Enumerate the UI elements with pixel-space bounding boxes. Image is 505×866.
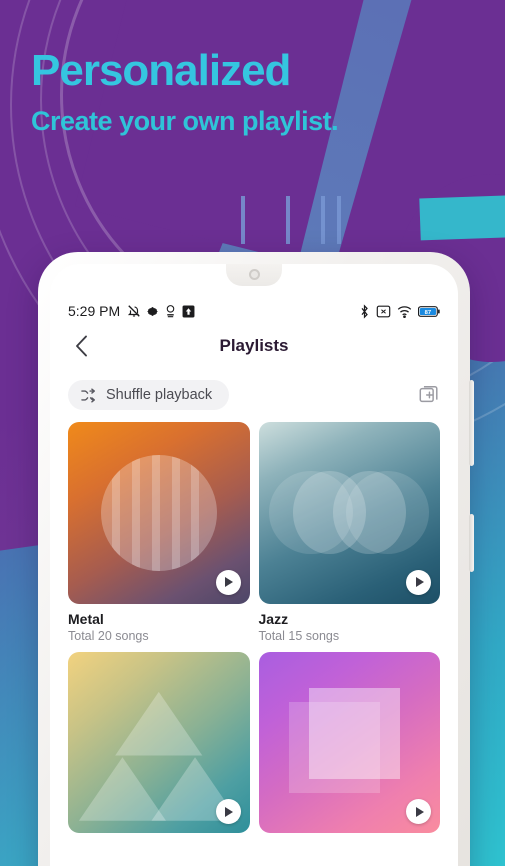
playlist-toolbar: Shuffle playback xyxy=(50,370,458,422)
playlist-artwork xyxy=(68,651,250,833)
phone-volume-button[interactable] xyxy=(469,380,474,466)
bluetooth-icon xyxy=(359,303,370,319)
page-title: Playlists xyxy=(219,336,289,355)
background-teal-block xyxy=(419,193,505,241)
status-time: 5:29 PM xyxy=(68,303,121,319)
phone-power-button[interactable] xyxy=(469,514,474,572)
playlist-card-metal[interactable]: Metal Total 20 songs xyxy=(68,422,250,643)
playlist-card-jazz[interactable]: Jazz Total 15 songs xyxy=(258,422,440,643)
phone-mockup: 5:29 PM 87 Playlists Shuffle playback Me… xyxy=(38,252,474,866)
playlist-grid: Metal Total 20 songs Jazz Total 15 songs xyxy=(50,422,458,840)
bell-muted-icon xyxy=(127,304,141,318)
play-button[interactable] xyxy=(406,799,431,824)
promo-subheadline: Create your own playlist. xyxy=(31,106,339,137)
playlist-song-count: Total 20 songs xyxy=(68,628,149,643)
playlist-artwork xyxy=(258,651,440,833)
phone-notch xyxy=(226,264,282,286)
phone-screen: 5:29 PM 87 Playlists Shuffle playback Me… xyxy=(50,264,458,866)
shuffle-playback-button[interactable]: Shuffle playback xyxy=(68,380,230,410)
playlist-name: Jazz xyxy=(258,610,289,627)
upload-box-icon xyxy=(182,305,195,318)
background-stripe-1 xyxy=(241,196,245,244)
battery-icon: 87 xyxy=(418,305,440,318)
shuffle-icon xyxy=(81,387,97,403)
status-bar-right: 87 xyxy=(359,303,440,319)
play-button[interactable] xyxy=(215,799,241,824)
play-button[interactable] xyxy=(406,569,431,595)
playlist-card-3[interactable] xyxy=(68,651,250,841)
add-playlist-icon[interactable] xyxy=(418,384,440,406)
promo-text-block: Personalized Create your own playlist. xyxy=(31,46,339,137)
search-circle-icon xyxy=(164,304,177,318)
front-camera-icon xyxy=(248,268,260,280)
app-navbar: Playlists xyxy=(50,322,458,370)
playlist-card-4[interactable] xyxy=(258,651,440,841)
background-stripe-2 xyxy=(286,196,290,244)
promo-headline: Personalized xyxy=(31,46,291,95)
playlist-artwork xyxy=(68,422,250,604)
playlist-song-count: Total 15 songs xyxy=(258,628,340,643)
wifi-icon xyxy=(397,305,412,318)
play-button[interactable] xyxy=(215,569,241,595)
background-stripe-3 xyxy=(321,196,325,244)
shuffle-playback-label: Shuffle playback xyxy=(106,387,213,403)
background-stripe-4 xyxy=(337,196,341,244)
back-button[interactable] xyxy=(68,333,94,359)
playlist-name: Metal xyxy=(68,610,104,627)
sim-x-icon xyxy=(376,305,391,318)
gear-icon xyxy=(146,305,159,318)
battery-level-label: 87 xyxy=(425,309,431,315)
artwork-motif-circle-bars xyxy=(100,454,217,571)
playlist-artwork xyxy=(258,422,440,604)
status-bar-left: 5:29 PM xyxy=(68,303,195,319)
